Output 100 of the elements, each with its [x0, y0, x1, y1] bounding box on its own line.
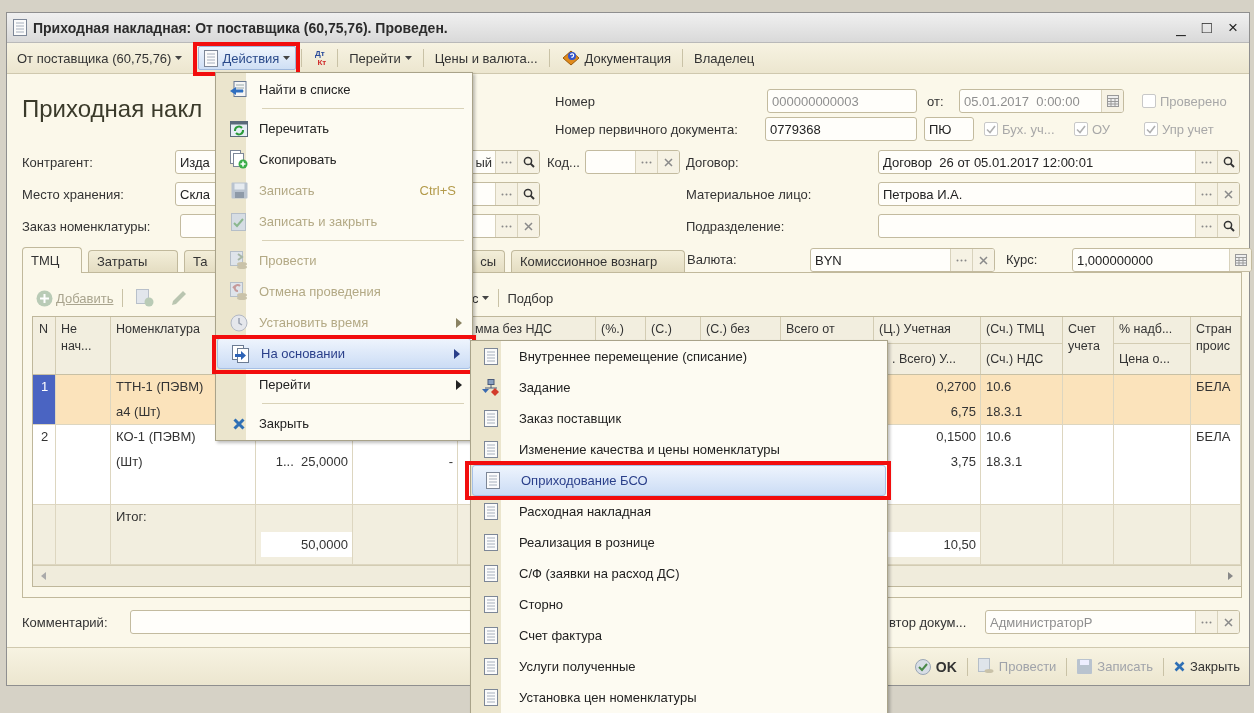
- table-cell: ТТН-1 (ПЭВМ): [116, 379, 204, 394]
- search-button[interactable]: [1217, 215, 1239, 237]
- window-control-button[interactable]: □: [1197, 17, 1217, 38]
- scroll-left-icon[interactable]: [39, 571, 49, 581]
- column-header[interactable]: (Сч.) НДС: [986, 351, 1059, 368]
- calculator-button[interactable]: [1229, 249, 1251, 271]
- choose-button[interactable]: [1195, 183, 1217, 205]
- menu-item[interactable]: Сторно: [471, 589, 887, 620]
- ellipsis-icon: [956, 258, 967, 262]
- field-label: Материальное лицо:: [686, 186, 813, 202]
- menu-item[interactable]: Установка цен номенклатуры: [471, 682, 887, 713]
- ellipsis-icon: [1201, 192, 1212, 196]
- column-header[interactable]: . Всего) У...: [892, 351, 977, 368]
- column-header[interactable]: Счет учета: [1068, 321, 1110, 355]
- menu-item[interactable]: Найти в списке: [216, 74, 472, 105]
- column-header[interactable]: Цена о...: [1119, 351, 1187, 368]
- menu-item[interactable]: Реализация в рознице: [471, 527, 887, 558]
- field-label: Номер: [555, 93, 596, 109]
- pencil-icon: [170, 289, 189, 307]
- search-button[interactable]: [1217, 151, 1239, 173]
- document-icon: [13, 19, 27, 36]
- responsible-person-field[interactable]: Петрова И.А.: [878, 182, 1240, 206]
- department-field[interactable]: [878, 214, 1240, 238]
- menu-item[interactable]: Счет фактура: [471, 620, 887, 651]
- document-heading: Приходная накл: [22, 95, 203, 123]
- submenu-arrow-icon: [456, 379, 462, 390]
- clock-icon: [230, 313, 248, 332]
- field-label: Номер первичного документа:: [555, 121, 739, 137]
- tab[interactable]: Комиссионное вознагр: [511, 250, 685, 272]
- clear-icon: [1224, 617, 1233, 627]
- window-control-button[interactable]: _: [1171, 17, 1191, 38]
- field-label: Контрагент:: [22, 154, 94, 170]
- menu-item[interactable]: Услуги полученные: [471, 651, 887, 682]
- table-cell: 50,0000: [301, 537, 348, 552]
- search-button[interactable]: [517, 151, 539, 173]
- toolbar-button[interactable]: Подбор: [503, 290, 558, 306]
- column-header[interactable]: (%.): [601, 321, 642, 338]
- contract-field[interactable]: Договор 26 от 05.01.2017 12:00:01: [878, 150, 1240, 174]
- column-header[interactable]: (С.): [651, 321, 697, 338]
- clear-button[interactable]: [1217, 611, 1239, 633]
- ellipsis-icon: [641, 160, 652, 164]
- toolbar-button[interactable]: Действия: [198, 46, 297, 70]
- choose-button[interactable]: [635, 151, 657, 173]
- column-header[interactable]: Всего от: [786, 321, 870, 338]
- scroll-right-icon[interactable]: [1225, 571, 1235, 581]
- ellipsis-icon: [1201, 620, 1212, 624]
- exchange-rate-field[interactable]: 1,000000000: [1072, 248, 1252, 272]
- document-icon: [484, 627, 498, 644]
- document-icon: [484, 410, 498, 427]
- menu-item[interactable]: Внутреннее перемещение (списание): [471, 341, 887, 372]
- tab[interactable]: Затраты: [88, 250, 178, 272]
- choose-button[interactable]: [495, 215, 517, 237]
- menu-item[interactable]: На основании: [217, 338, 471, 369]
- clear-button[interactable]: [972, 249, 994, 271]
- code-field[interactable]: [585, 150, 680, 174]
- plus-icon: [36, 289, 53, 307]
- menu-item[interactable]: Перейти: [216, 369, 472, 400]
- choose-button[interactable]: [1195, 611, 1217, 633]
- column-header[interactable]: мма без НДС: [475, 321, 592, 338]
- menu-item[interactable]: Задание: [471, 372, 887, 403]
- ellipsis-icon: [1201, 160, 1212, 164]
- menu-item[interactable]: Оприходование БСО: [472, 465, 886, 496]
- field-label: втор докум...: [888, 614, 968, 630]
- toolbar-button[interactable]: Перейти: [343, 46, 418, 70]
- column-header[interactable]: (Сч.) ТМЦ: [986, 321, 1059, 338]
- ok-button[interactable]: OK: [909, 658, 962, 675]
- calendar-button[interactable]: [1101, 90, 1123, 112]
- document-number-field[interactable]: 0779368: [765, 117, 917, 141]
- choose-button[interactable]: [950, 249, 972, 271]
- search-button[interactable]: [517, 183, 539, 205]
- column-header[interactable]: (Ц.) Учетная: [879, 321, 977, 338]
- column-header[interactable]: N: [39, 321, 52, 338]
- currency-field[interactable]: BYN: [810, 248, 995, 272]
- submenu-arrow-icon: [454, 348, 460, 359]
- column-header[interactable]: (С.) без: [706, 321, 777, 338]
- debit-credit-button[interactable]: Дт Кт: [307, 46, 333, 70]
- menu-item[interactable]: Перечитать: [216, 113, 472, 144]
- calendar-icon: [1106, 95, 1119, 107]
- menu-item[interactable]: С/Ф (заявки на расход ДС): [471, 558, 887, 589]
- find-in-list-icon: [229, 80, 249, 99]
- toolbar-button[interactable]: От поставщика (60,75,76): [11, 46, 189, 70]
- toolbar-button[interactable]: Документация: [554, 46, 677, 70]
- toolbar-button[interactable]: Цены и валюта...: [428, 46, 544, 70]
- menu-item[interactable]: Скопировать: [216, 144, 472, 175]
- clear-button[interactable]: [657, 151, 679, 173]
- toolbar-button[interactable]: Владелец: [688, 46, 761, 70]
- window-control-button[interactable]: ×: [1223, 17, 1243, 38]
- series-field[interactable]: ПЮ: [924, 117, 974, 141]
- column-header[interactable]: Не нач...: [61, 321, 107, 355]
- close-button[interactable]: Закрыть: [1168, 659, 1245, 674]
- menu-item[interactable]: Изменение качества и цены номенклатуры: [471, 434, 887, 465]
- tab[interactable]: ТМЦ: [22, 247, 82, 273]
- checkbox-label: Упр учет: [1162, 121, 1214, 137]
- document-icon: [484, 596, 498, 613]
- clear-button[interactable]: [1217, 183, 1239, 205]
- caret-icon: [283, 56, 291, 60]
- column-header[interactable]: Стран проис: [1196, 321, 1237, 355]
- column-header[interactable]: % надб...: [1119, 321, 1187, 338]
- document-icon: [204, 49, 219, 67]
- clear-button[interactable]: [517, 215, 539, 237]
